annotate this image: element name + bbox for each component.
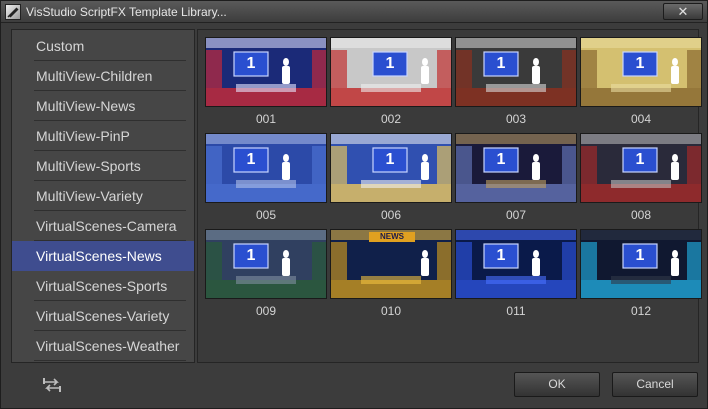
- screen-text: 1: [496, 55, 506, 72]
- template-thumbnail[interactable]: NEWS: [330, 229, 452, 299]
- category-label: VirtualScenes-News: [36, 248, 162, 264]
- category-label: VirtualScenes-Variety: [36, 308, 170, 324]
- template-library-dialog: VisStudio ScriptFX Template Library... ✕…: [0, 0, 708, 409]
- template-thumbnail[interactable]: 1: [580, 229, 702, 299]
- template-tile[interactable]: NEWS 010: [330, 229, 452, 323]
- category-item[interactable]: VirtualScenes-News: [12, 241, 194, 271]
- template-tile[interactable]: 1 005: [205, 133, 327, 227]
- template-tile[interactable]: 1 003: [455, 37, 577, 131]
- screen-text: 1: [496, 247, 506, 264]
- category-label: MultiView-Variety: [36, 188, 143, 204]
- category-item[interactable]: MultiView-Sports: [12, 151, 194, 181]
- template-label: 001: [255, 112, 277, 126]
- screen-text: 1: [246, 151, 256, 168]
- template-thumbnail[interactable]: 1: [205, 229, 327, 299]
- template-tile[interactable]: 1 012: [580, 229, 702, 323]
- category-item[interactable]: MultiView-Children: [12, 61, 194, 91]
- cancel-button[interactable]: Cancel: [612, 372, 698, 397]
- template-tile[interactable]: 1 004: [580, 37, 702, 131]
- template-thumbnail[interactable]: 1: [580, 133, 702, 203]
- template-label: 005: [255, 208, 277, 222]
- category-label: Custom: [36, 38, 85, 54]
- category-item[interactable]: MultiView-PinP: [12, 121, 194, 151]
- template-thumbnail[interactable]: 1: [455, 133, 577, 203]
- category-item[interactable]: Custom: [12, 31, 194, 61]
- template-label: 003: [505, 112, 527, 126]
- category-item[interactable]: VirtualScenes-Sports: [12, 271, 194, 301]
- screen-text: NEWS: [380, 232, 404, 241]
- refresh-icon[interactable]: [41, 375, 63, 395]
- template-label: 012: [630, 304, 652, 318]
- template-tile[interactable]: 1 011: [455, 229, 577, 323]
- template-label: 002: [380, 112, 402, 126]
- title-bar[interactable]: VisStudio ScriptFX Template Library... ✕: [1, 1, 707, 23]
- category-label: VirtualScenes-Weather: [36, 338, 180, 354]
- template-thumbnail[interactable]: 1: [205, 133, 327, 203]
- close-button[interactable]: ✕: [663, 3, 703, 20]
- template-tile[interactable]: 1 009: [205, 229, 327, 323]
- category-list: Custom MultiView-Children MultiView-News Mu…: [11, 29, 195, 363]
- screen-text: 1: [635, 151, 645, 168]
- template-tile[interactable]: 1 002: [330, 37, 452, 131]
- template-label: 004: [630, 112, 652, 126]
- category-item[interactable]: VirtualScenes-Weather: [12, 331, 194, 361]
- template-label: 007: [505, 208, 527, 222]
- screen-text: 1: [385, 55, 395, 72]
- template-grid: 1 001 1 002 1 003 1 004 1 005 1 006 1 007 1 008 1 009 NEWS…: [197, 29, 702, 363]
- template-thumbnail[interactable]: 1: [580, 37, 702, 107]
- category-label: VirtualScenes-Camera: [36, 218, 177, 234]
- screen-text: 1: [635, 247, 645, 264]
- app-icon: [5, 4, 21, 20]
- screen-text: 1: [496, 151, 506, 168]
- screen-text: 1: [635, 55, 645, 72]
- category-label: MultiView-Sports: [36, 158, 141, 174]
- template-thumbnail[interactable]: 1: [330, 133, 452, 203]
- category-divider: [34, 360, 186, 361]
- template-tile[interactable]: 1 007: [455, 133, 577, 227]
- template-label: 010: [380, 304, 402, 318]
- screen-text: 1: [385, 151, 395, 168]
- category-item[interactable]: VirtualScenes-Camera: [12, 211, 194, 241]
- category-label: MultiView-News: [36, 98, 136, 114]
- category-label: VirtualScenes-Sports: [36, 278, 168, 294]
- window-title: VisStudio ScriptFX Template Library...: [26, 5, 227, 19]
- ok-button[interactable]: OK: [514, 372, 600, 397]
- category-label: MultiView-Children: [36, 68, 153, 84]
- template-thumbnail[interactable]: 1: [330, 37, 452, 107]
- template-thumbnail[interactable]: 1: [455, 37, 577, 107]
- template-tile[interactable]: 1 008: [580, 133, 702, 227]
- template-tile[interactable]: 1 001: [205, 37, 327, 131]
- category-item[interactable]: MultiView-Variety: [12, 181, 194, 211]
- template-label: 009: [255, 304, 277, 318]
- category-item[interactable]: MultiView-News: [12, 91, 194, 121]
- category-item[interactable]: VirtualScenes-Variety: [12, 301, 194, 331]
- template-thumbnail[interactable]: 1: [455, 229, 577, 299]
- category-label: MultiView-PinP: [36, 128, 130, 144]
- screen-text: 1: [246, 55, 256, 72]
- template-thumbnail[interactable]: 1: [205, 37, 327, 107]
- screen-text: 1: [246, 247, 256, 264]
- template-label: 008: [630, 208, 652, 222]
- template-label: 011: [506, 304, 526, 318]
- template-tile[interactable]: 1 006: [330, 133, 452, 227]
- template-label: 006: [380, 208, 402, 222]
